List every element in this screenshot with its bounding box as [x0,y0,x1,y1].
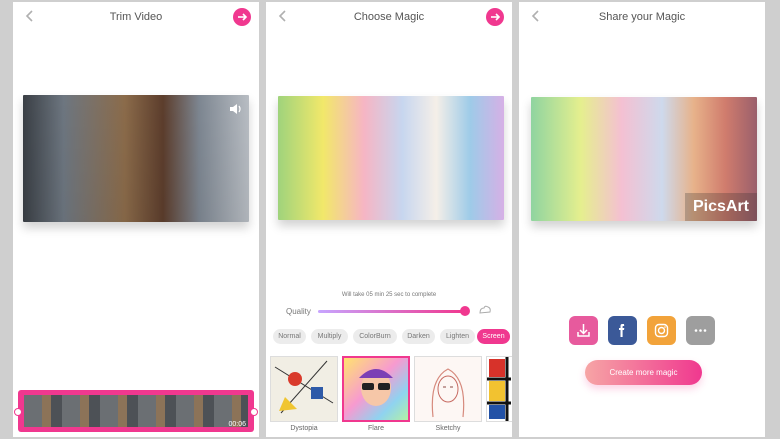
blend-mode-list: Normal Multiply ColorBurn Darken Lighten… [273,329,512,345]
timeline-duration: 00:06 [228,421,246,428]
facebook-icon [619,324,625,337]
instagram-button[interactable] [647,316,676,345]
picsart-watermark: PicsArt [685,193,757,221]
speaker-icon[interactable] [229,103,243,115]
filter-thumbnail [486,356,512,422]
blend-multiply[interactable]: Multiply [311,329,348,344]
magic-result-preview: PicsArt [531,97,757,221]
more-icon [694,329,707,332]
quality-slider-knob[interactable] [460,306,470,316]
page-title: Choose Magic [353,11,425,23]
magic-preview [278,96,504,220]
filter-dystopia[interactable]: Dystopia [270,356,338,432]
blend-lighten[interactable]: Lighten [440,329,475,344]
create-more-magic-button[interactable]: Create more magic [585,360,702,385]
blend-colorburn[interactable]: ColorBurn [353,329,397,344]
filter-thumbnail [414,356,482,422]
instagram-icon [654,323,669,338]
download-button[interactable] [569,316,598,345]
trim-start-handle[interactable] [14,408,22,416]
more-button[interactable] [686,316,715,345]
next-button[interactable] [486,8,504,26]
trim-end-handle[interactable] [250,408,258,416]
filter-thumbnail [342,356,410,422]
filter-flare[interactable]: Flare [342,356,410,432]
page-title: Trim Video [109,11,163,23]
next-button[interactable] [233,8,251,26]
filter-sketchy[interactable]: Sketchy [414,356,482,432]
filter-list: Dystopia Flare Sketchy [270,356,512,432]
blend-normal[interactable]: Normal [273,329,306,344]
quality-slider[interactable] [318,310,464,313]
filter-label: Dystopia [290,425,318,432]
share-buttons [569,316,719,348]
share-magic-screen: Share your Magic PicsArt Create more mag… [519,2,765,437]
trim-timeline[interactable]: 00:06 [14,390,258,432]
download-icon [577,324,590,337]
quality-label: Quality [286,307,311,316]
filter-label: Flare [368,425,384,432]
completion-time-text: Will take 05 min 25 sec to complete [341,292,437,298]
page-title: Share your Magic [598,11,686,23]
watermark-text: PicsArt [692,198,749,215]
header: Choose Magic [266,2,512,30]
header: Share your Magic [519,2,765,30]
filter-label: D [486,425,512,432]
trim-video-screen: Trim Video 00:06 [13,2,259,437]
filter-label: Sketchy [435,425,461,432]
video-preview[interactable] [23,95,249,222]
filter-thumbnail [270,356,338,422]
blend-screen[interactable]: Screen [477,329,510,344]
filter-d[interactable]: D [486,356,512,432]
facebook-button[interactable] [608,316,637,345]
header: Trim Video [13,2,259,30]
choose-magic-screen: Choose Magic Will take 05 min 25 sec to … [266,2,512,437]
blend-darken[interactable]: Darken [402,329,435,344]
timeline-frames [24,395,248,427]
hd-icon [478,304,492,316]
